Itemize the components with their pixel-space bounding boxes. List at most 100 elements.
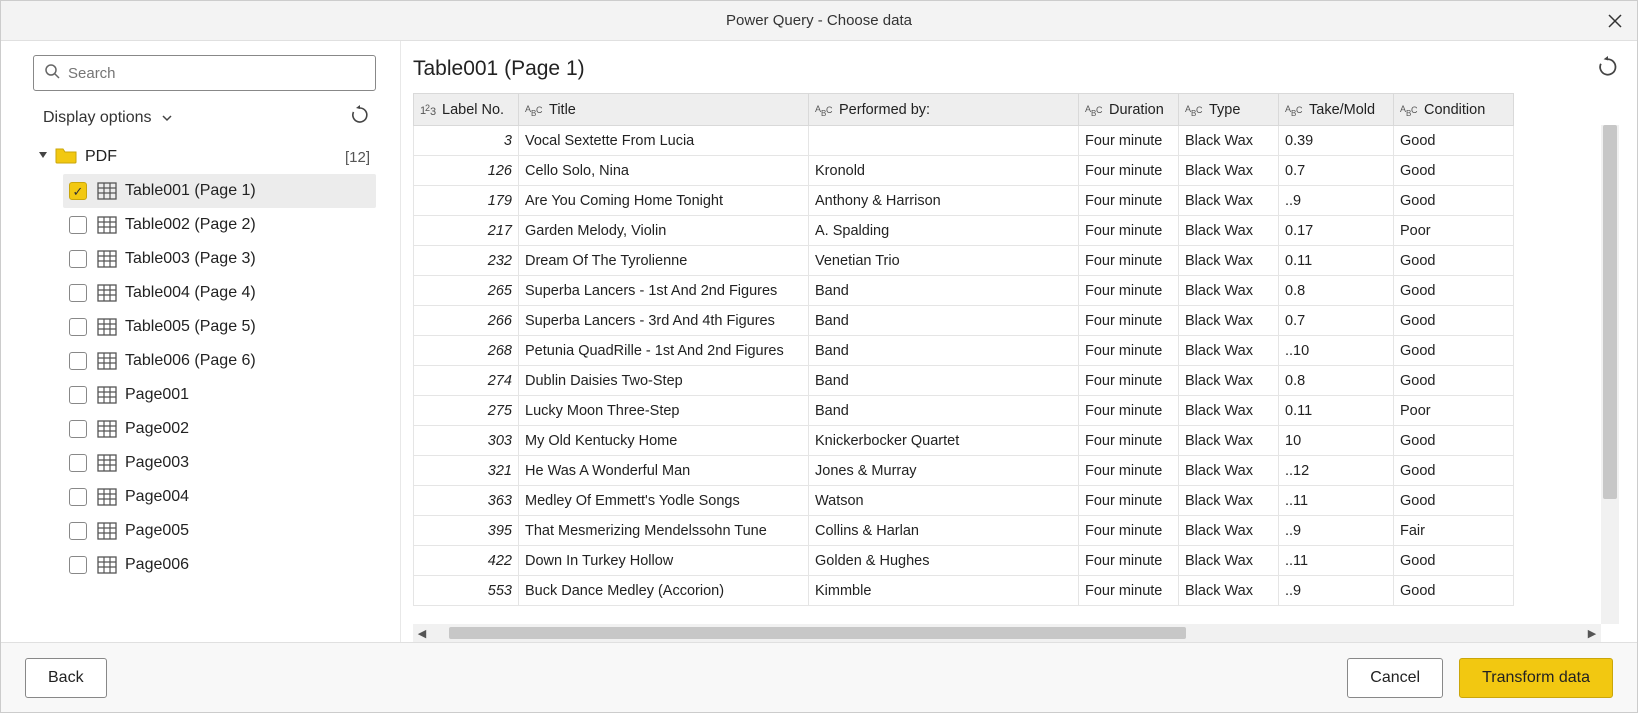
cell[interactable]: Good — [1394, 306, 1514, 336]
cell[interactable]: Black Wax — [1179, 306, 1279, 336]
cell[interactable]: Dream Of The Tyrolienne — [519, 246, 809, 276]
checkbox[interactable] — [69, 216, 87, 234]
cell[interactable]: 0.39 — [1279, 126, 1394, 156]
horizontal-scrollbar-thumb[interactable] — [449, 627, 1186, 639]
sidebar-item-table002-page-2-[interactable]: Table002 (Page 2) — [63, 208, 376, 242]
cell[interactable]: Vocal Sextette From Lucia — [519, 126, 809, 156]
vertical-scrollbar[interactable] — [1601, 125, 1619, 624]
table-row[interactable]: 266Superba Lancers - 3rd And 4th Figures… — [414, 306, 1514, 336]
cell[interactable]: A. Spalding — [809, 216, 1079, 246]
cell[interactable]: Anthony & Harrison — [809, 186, 1079, 216]
checkbox[interactable] — [69, 352, 87, 370]
cell[interactable]: Black Wax — [1179, 516, 1279, 546]
table-row[interactable]: 274Dublin Daisies Two-StepBandFour minut… — [414, 366, 1514, 396]
cell[interactable]: Knickerbocker Quartet — [809, 426, 1079, 456]
cell[interactable]: Venetian Trio — [809, 246, 1079, 276]
column-header[interactable]: 123Label No. — [414, 94, 519, 126]
cell[interactable]: Black Wax — [1179, 126, 1279, 156]
cell[interactable]: 3 — [414, 126, 519, 156]
cell[interactable]: My Old Kentucky Home — [519, 426, 809, 456]
table-row[interactable]: 553Buck Dance Medley (Accorion)KimmbleFo… — [414, 576, 1514, 606]
vertical-scrollbar-thumb[interactable] — [1603, 125, 1617, 499]
cell[interactable]: Black Wax — [1179, 366, 1279, 396]
table-row[interactable]: 395That Mesmerizing Mendelssohn TuneColl… — [414, 516, 1514, 546]
checkbox[interactable] — [69, 420, 87, 438]
cancel-button[interactable]: Cancel — [1347, 658, 1443, 698]
cell[interactable]: 275 — [414, 396, 519, 426]
cell[interactable]: Good — [1394, 126, 1514, 156]
cell[interactable]: Fair — [1394, 516, 1514, 546]
checkbox[interactable] — [69, 488, 87, 506]
table-row[interactable]: 268Petunia QuadRille - 1st And 2nd Figur… — [414, 336, 1514, 366]
cell[interactable]: Black Wax — [1179, 276, 1279, 306]
table-row[interactable]: 275Lucky Moon Three-StepBandFour minuteB… — [414, 396, 1514, 426]
cell[interactable]: 0.7 — [1279, 306, 1394, 336]
sidebar-item-page003[interactable]: Page003 — [63, 446, 376, 480]
scroll-left-icon[interactable]: ◀ — [413, 624, 431, 642]
cell[interactable]: Four minute — [1079, 396, 1179, 426]
cell[interactable]: Four minute — [1079, 456, 1179, 486]
cell[interactable]: Golden & Hughes — [809, 546, 1079, 576]
cell[interactable]: ..12 — [1279, 456, 1394, 486]
cell[interactable]: Black Wax — [1179, 336, 1279, 366]
cell[interactable]: Good — [1394, 366, 1514, 396]
cell[interactable]: Four minute — [1079, 366, 1179, 396]
checkbox[interactable] — [69, 182, 87, 200]
cell[interactable]: 266 — [414, 306, 519, 336]
cell[interactable]: Lucky Moon Three-Step — [519, 396, 809, 426]
cell[interactable]: Good — [1394, 456, 1514, 486]
cell[interactable]: Black Wax — [1179, 486, 1279, 516]
sidebar-item-page005[interactable]: Page005 — [63, 514, 376, 548]
cell[interactable]: 395 — [414, 516, 519, 546]
cell[interactable]: 232 — [414, 246, 519, 276]
table-row[interactable]: 422Down In Turkey HollowGolden & HughesF… — [414, 546, 1514, 576]
cell[interactable]: 268 — [414, 336, 519, 366]
table-row[interactable]: 363Medley Of Emmett's Yodle SongsWatsonF… — [414, 486, 1514, 516]
column-header[interactable]: ABCCondition — [1394, 94, 1514, 126]
cell[interactable]: Black Wax — [1179, 156, 1279, 186]
cell[interactable]: Four minute — [1079, 306, 1179, 336]
table-row[interactable]: 321He Was A Wonderful ManJones & MurrayF… — [414, 456, 1514, 486]
cell[interactable]: 0.11 — [1279, 396, 1394, 426]
cell[interactable]: 422 — [414, 546, 519, 576]
cell[interactable]: Black Wax — [1179, 246, 1279, 276]
cell[interactable]: Four minute — [1079, 246, 1179, 276]
cell[interactable]: ..9 — [1279, 576, 1394, 606]
cell[interactable]: ..9 — [1279, 516, 1394, 546]
sidebar-item-table005-page-5-[interactable]: Table005 (Page 5) — [63, 310, 376, 344]
cell[interactable] — [809, 126, 1079, 156]
cell[interactable]: Good — [1394, 276, 1514, 306]
cell[interactable]: Four minute — [1079, 126, 1179, 156]
cell[interactable]: 0.8 — [1279, 366, 1394, 396]
cell[interactable]: Are You Coming Home Tonight — [519, 186, 809, 216]
cell[interactable]: Petunia QuadRille - 1st And 2nd Figures — [519, 336, 809, 366]
cell[interactable]: ..10 — [1279, 336, 1394, 366]
cell[interactable]: Four minute — [1079, 336, 1179, 366]
cell[interactable]: Band — [809, 366, 1079, 396]
table-row[interactable]: 265Superba Lancers - 1st And 2nd Figures… — [414, 276, 1514, 306]
cell[interactable]: Dublin Daisies Two-Step — [519, 366, 809, 396]
cell[interactable]: Four minute — [1079, 546, 1179, 576]
cell[interactable]: Poor — [1394, 396, 1514, 426]
sidebar-item-table001-page-1-[interactable]: Table001 (Page 1) — [63, 174, 376, 208]
cell[interactable]: 217 — [414, 216, 519, 246]
cell[interactable]: Good — [1394, 576, 1514, 606]
cell[interactable]: Band — [809, 336, 1079, 366]
checkbox[interactable] — [69, 318, 87, 336]
cell[interactable]: Four minute — [1079, 216, 1179, 246]
cell[interactable]: ..9 — [1279, 186, 1394, 216]
cell[interactable]: Four minute — [1079, 516, 1179, 546]
checkbox[interactable] — [69, 522, 87, 540]
cell[interactable]: That Mesmerizing Mendelssohn Tune — [519, 516, 809, 546]
checkbox[interactable] — [69, 556, 87, 574]
column-header[interactable]: ABCDuration — [1079, 94, 1179, 126]
search-box[interactable] — [33, 55, 376, 91]
cell[interactable]: 274 — [414, 366, 519, 396]
display-options[interactable]: Display options — [43, 105, 376, 130]
cell[interactable]: 10 — [1279, 426, 1394, 456]
cell[interactable]: Four minute — [1079, 486, 1179, 516]
cell[interactable]: Black Wax — [1179, 456, 1279, 486]
cell[interactable]: He Was A Wonderful Man — [519, 456, 809, 486]
cell[interactable]: 179 — [414, 186, 519, 216]
column-header[interactable]: ABCPerformed by: — [809, 94, 1079, 126]
